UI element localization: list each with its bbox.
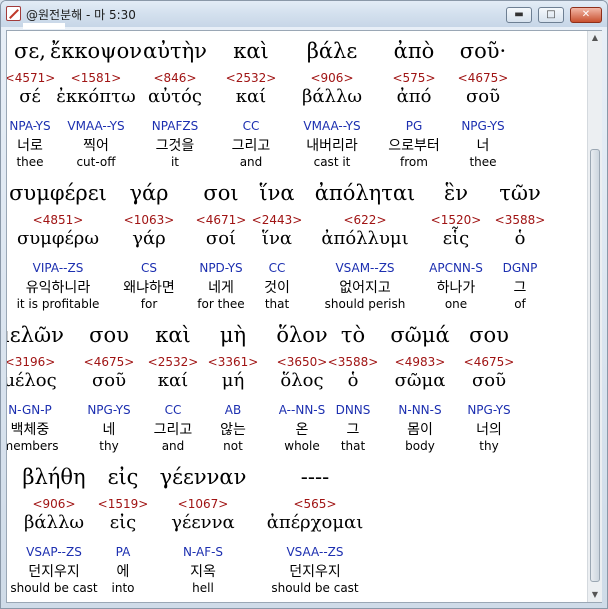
korean-gloss: 그 xyxy=(513,280,527,296)
word-column[interactable]: σου <4675> σοῦ NPG-YS 너의 thy xyxy=(434,315,544,457)
lemma: ἀπέρχομαι xyxy=(266,512,364,533)
greek-word: τῶν xyxy=(499,181,541,205)
english-gloss: should be cast xyxy=(271,581,359,595)
lemma: σοῦ xyxy=(471,370,507,391)
english-gloss: thy xyxy=(479,439,499,453)
scroll-down-icon[interactable]: ▼ xyxy=(589,588,601,602)
word-column[interactable]: σοῦ· <4675> σοῦ NPG-YS 너 thee xyxy=(428,31,538,173)
greek-word: σου xyxy=(469,323,509,347)
korean-gloss: 지옥 xyxy=(190,564,216,580)
maximize-button[interactable]: □ xyxy=(538,7,564,23)
scroll-up-icon[interactable]: ▲ xyxy=(589,31,601,45)
lemma: γέεννα xyxy=(171,512,235,533)
word-column[interactable]: γέενναν <1067> γέεννα N-AF-S 지옥 hell xyxy=(148,457,258,599)
strong-number: <565> xyxy=(293,497,337,511)
parse-code: VSAA--ZS xyxy=(286,545,344,559)
lemma: ὁ xyxy=(514,228,526,249)
close-button[interactable]: ✕ xyxy=(570,7,602,23)
interlinear-view: σε, <4571> σέ NPA-YS 너로 thee ἔκκοψον <1581> ἐκκό… xyxy=(7,31,587,602)
lemma: σοῦ xyxy=(465,86,501,107)
english-gloss: thee xyxy=(469,155,497,169)
korean-gloss: 너의 xyxy=(476,422,502,438)
greek-word: γέενναν xyxy=(159,465,247,489)
greek-word: σοῦ· xyxy=(459,39,507,63)
word-column[interactable]: τῶν <3588> ὁ DGNP 그 of xyxy=(465,173,575,315)
app-window: @원전분해 - 마 5:30 ▬ □ ✕ σε, <4571> σέ NPA-YS 너로… xyxy=(0,0,608,609)
parse-code: NPG-YS xyxy=(467,403,511,417)
parse-code: N-AF-S xyxy=(182,545,224,559)
greek-word: ---- xyxy=(300,465,330,489)
korean-gloss: 너 xyxy=(476,138,490,154)
strong-number: <3588> xyxy=(494,213,546,227)
word-column[interactable]: ---- <565> ἀπέρχομαι VSAA--ZS 던지우지 should be … xyxy=(260,457,370,599)
content-panel: σε, <4571> σέ NPA-YS 너로 thee ἔκκοψον <1581> ἐκκό… xyxy=(6,30,602,603)
parse-code: DGNP xyxy=(502,261,538,275)
strong-number: <1067> xyxy=(177,497,229,511)
english-gloss: of xyxy=(514,297,526,311)
parse-code: NPG-YS xyxy=(461,119,505,133)
strong-number: <4675> xyxy=(463,355,515,369)
english-gloss: hell xyxy=(192,581,214,595)
scroll-thumb[interactable] xyxy=(590,149,600,582)
title-highlight xyxy=(23,23,65,29)
window-title: @원전분해 - 마 5:30 xyxy=(26,8,136,22)
vertical-scrollbar[interactable]: ▲ ▼ xyxy=(587,31,602,602)
title-bar[interactable]: @원전분해 - 마 5:30 ▬ □ ✕ xyxy=(1,1,607,29)
korean-gloss: 던지우지 xyxy=(289,564,341,580)
app-icon[interactable] xyxy=(6,6,21,21)
strong-number: <4675> xyxy=(457,71,509,85)
minimize-button[interactable]: ▬ xyxy=(506,7,532,23)
